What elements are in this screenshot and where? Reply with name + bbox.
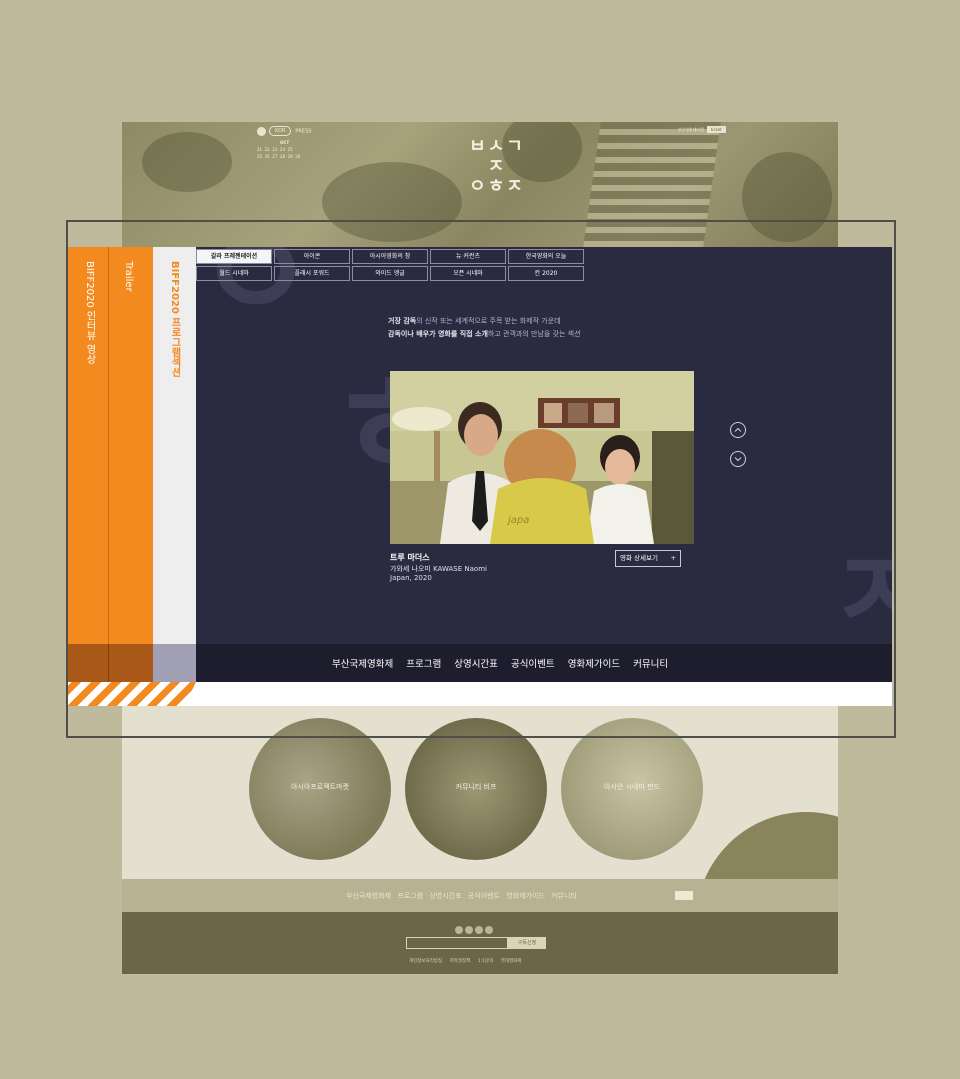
facebook-icon[interactable] (475, 926, 483, 934)
program-menu-item[interactable]: 오픈 시네마 (430, 266, 506, 281)
program-menu-item[interactable]: 아이콘 (274, 249, 350, 264)
program-panel: BIFF2020 인터뷰 영상 Trailer BIFF2020 프로그램섹션 … (68, 247, 892, 706)
plus-icon: + (670, 554, 676, 562)
tab-program-section[interactable]: BIFF2020 프로그램섹션 (153, 247, 196, 644)
calendar-row-2: 25 26 27 28 29 30 (257, 154, 301, 159)
decorative-stripes (68, 682, 196, 706)
tab-label: Trailer (123, 261, 134, 292)
calendar-month: OCT (280, 140, 290, 145)
film-still-image[interactable]: japa (390, 371, 694, 544)
decorative-glyph: ㅈ (828, 528, 892, 644)
language-select[interactable]: KOR (269, 126, 292, 136)
program-menu-item[interactable]: 한국영화의 오늘 (508, 249, 584, 264)
program-menu-item[interactable]: 와이드 앵글 (352, 266, 428, 281)
program-menu-item[interactable]: 뉴 커런츠 (430, 249, 506, 264)
tab-interview-video[interactable]: BIFF2020 인터뷰 영상 (68, 247, 108, 644)
tab-footer (68, 644, 108, 682)
top-right-links: 부산영화제티켓 ticket (678, 126, 726, 133)
nav-item-program[interactable]: 프로그램 (406, 659, 441, 670)
youtube-icon[interactable] (465, 926, 473, 934)
tab-footer (153, 644, 196, 682)
nav-item-community[interactable]: 커뮤니티 (633, 659, 668, 670)
instagram-icon[interactable] (455, 926, 463, 934)
nav-item-guide[interactable]: 영화제가이드 (568, 659, 620, 670)
film-detail-button[interactable]: 영화 상세보기 + (615, 550, 681, 567)
program-menu-item[interactable]: 갈라 프레젠테이션 (196, 249, 272, 264)
user-menu: KOR PRESS (257, 126, 311, 136)
nav-item-events[interactable]: 공식이벤트 (511, 659, 555, 670)
tab-label: BIFF2020 프로그램섹션 (169, 261, 180, 378)
circle-community-biff[interactable]: 커뮤니티 비프 (405, 718, 547, 860)
film-credits: 가와세 나오미 KAWASE Naomi Japan, 2020 (390, 565, 487, 583)
ticket-tag[interactable]: ticket (706, 126, 726, 133)
footer-nav-item[interactable]: 상영시간표 (429, 892, 461, 900)
bottom-nav: 부산국제영화제 프로그램 상영시간표 공식이벤트 영화제가이드 커뮤니티 (196, 644, 892, 682)
social-icons (455, 919, 493, 938)
section-description: 거장 감독의 신작 또는 세계적으로 주목 받는 화제작 가운데 감독이나 배우… (388, 317, 581, 338)
tab-label: BIFF2020 인터뷰 영상 (84, 261, 95, 365)
circle-asian-cinema-fund[interactable]: 아시안 시네마 펀드 (561, 718, 703, 860)
footer-links: 개인정보처리방침 저작권정책 1:1문의 역대영화제 (409, 959, 522, 964)
subscribe-email-input[interactable] (406, 937, 508, 949)
press-link[interactable]: PRESS (295, 129, 311, 135)
film-country-year: Japan, 2020 (390, 574, 432, 582)
footer-nav-item[interactable]: 부산국제영화제 (346, 892, 391, 900)
down-arrow-icon[interactable] (730, 451, 746, 467)
program-menu-item[interactable]: 플래시 포워드 (274, 266, 350, 281)
footer-ticket-icon[interactable] (675, 891, 693, 900)
user-icon[interactable] (257, 126, 266, 136)
program-content: ㅇ ㅎ ㅈ 갈라 프레젠테이션아이콘아시아영화의 창뉴 커런츠한국영화의 오늘월… (196, 247, 892, 644)
film-title[interactable]: 트루 마더스 (390, 552, 430, 563)
film-director: 가와세 나오미 KAWASE Naomi (390, 565, 487, 573)
twitter-icon[interactable] (485, 926, 493, 934)
tab-footer (108, 644, 154, 682)
calendar: OCT 21 22 23 24 25 25 26 27 28 29 30 (257, 139, 300, 160)
footer: 구독신청 개인정보처리방침 저작권정책 1:1문의 역대영화제 (122, 912, 838, 974)
up-arrow-icon[interactable] (730, 422, 746, 438)
program-menu-item[interactable]: 아시아영화의 창 (352, 249, 428, 264)
biff-logo[interactable]: ㅂㅅㄱㅈ ㅇㅎㅈ (467, 137, 527, 197)
program-menu-item[interactable]: 월드 시네마 (196, 266, 272, 281)
svg-text:japa: japa (506, 515, 529, 526)
circle-asian-project-market[interactable]: 아시아프로젝트마켓 (249, 718, 391, 860)
footer-nav-item[interactable]: 공식이벤트 (468, 892, 500, 900)
film-still-illustration: japa (390, 371, 694, 544)
calendar-row-1: 21 22 23 24 25 (257, 147, 293, 152)
program-menu-item[interactable]: 칸 2020 (508, 266, 584, 281)
ticket-link[interactable]: 부산영화제티켓 (678, 127, 704, 132)
footer-nav-item[interactable]: 프로그램 (397, 892, 423, 900)
footer-nav: 부산국제영화제 프로그램 상영시간표 공식이벤트 영화제가이드 커뮤니티 (122, 879, 838, 912)
nav-item-schedule[interactable]: 상영시간표 (454, 659, 498, 670)
nav-item-festival[interactable]: 부산국제영화제 (332, 659, 393, 670)
subscribe-button[interactable]: 구독신청 (508, 937, 546, 949)
footer-nav-item[interactable]: 영화제가이드 (506, 892, 545, 900)
footer-nav-item[interactable]: 커뮤니티 (551, 892, 577, 900)
tab-trailer[interactable]: Trailer (108, 247, 154, 644)
